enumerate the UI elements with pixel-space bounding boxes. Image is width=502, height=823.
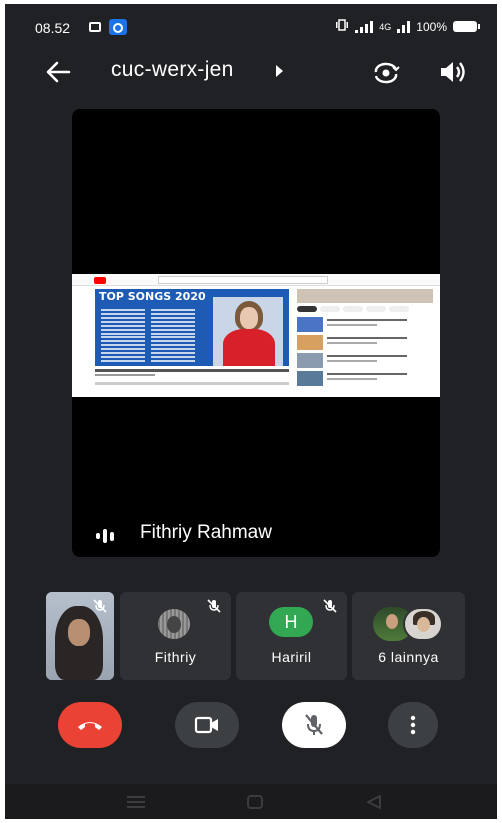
recommendation-item [297, 353, 433, 368]
singer-image [213, 297, 283, 366]
status-time: 08.52 [35, 20, 71, 36]
recommendation-item [297, 335, 433, 350]
avatar [158, 609, 190, 639]
meeting-header: cuc-werx-jen [5, 52, 497, 92]
cast-icon [89, 22, 101, 32]
video-caption-line [95, 374, 155, 376]
recommendation-item [297, 371, 433, 386]
network-type: 4G [379, 21, 392, 32]
switch-camera-icon[interactable] [371, 58, 401, 86]
shared-screen: TOP SONGS 2020 [72, 274, 440, 397]
participant-tile[interactable]: H Hariril [236, 592, 347, 680]
avatar-group [373, 607, 443, 641]
signal-icon [355, 20, 374, 33]
track-list [101, 309, 201, 363]
youtube-header [72, 274, 440, 286]
mic-off-icon [206, 598, 222, 614]
mic-off-icon [92, 598, 108, 614]
vibrate-icon [335, 19, 349, 34]
more-participants-tile[interactable]: 6 lainnya [352, 592, 465, 680]
filter-chips [297, 306, 409, 312]
speaker-icon[interactable] [437, 58, 467, 86]
camera-icon [194, 716, 218, 734]
talking-indicator-icon [96, 529, 120, 543]
video-thumbnail: TOP SONGS 2020 [95, 289, 289, 366]
mic-toggle-button[interactable] [282, 702, 346, 748]
more-participants-label: 6 lainnya [378, 649, 439, 665]
more-vert-icon [410, 715, 416, 735]
participant-name: Hariril [271, 649, 312, 665]
system-nav-bar [5, 784, 497, 819]
video-title-overlay: TOP SONGS 2020 [99, 290, 206, 303]
participant-name: Fithriy [154, 649, 197, 665]
recommendation-item [297, 317, 433, 332]
more-options-button[interactable] [388, 702, 438, 748]
side-banner [297, 289, 433, 303]
recent-apps-icon[interactable] [127, 796, 145, 808]
video-caption [95, 369, 289, 372]
camera-toggle-button[interactable] [175, 702, 239, 748]
chevron-right-icon[interactable] [276, 65, 283, 77]
recommendations [297, 289, 433, 394]
nav-back-icon[interactable] [366, 794, 382, 810]
status-bar: 08.52 4G 100% [5, 4, 497, 52]
presenter-name: Fithriy Rahmaw [140, 522, 272, 543]
participant-tile[interactable]: Fithriy [120, 592, 231, 680]
phone-screen: 08.52 4G 100% cuc-werx-jen TOP SONGS 202… [5, 4, 497, 819]
signal-icon-2 [397, 20, 411, 33]
self-view-tile[interactable] [46, 592, 114, 680]
mic-off-icon [305, 714, 323, 735]
mic-off-icon [322, 598, 338, 614]
end-call-button[interactable] [58, 702, 122, 748]
youtube-search-bar [158, 276, 328, 284]
video-meta [95, 382, 289, 385]
end-call-icon [78, 722, 102, 730]
meeting-code[interactable]: cuc-werx-jen [111, 58, 234, 82]
back-arrow-icon[interactable] [43, 58, 73, 86]
home-icon[interactable] [247, 795, 263, 809]
battery-percent: 100% [416, 19, 447, 34]
presenter-tile[interactable]: TOP SONGS 2020 Fithriy Rahmaw [72, 109, 440, 557]
status-right: 4G 100% [335, 19, 480, 34]
youtube-logo-icon [94, 277, 106, 284]
app-notification-icon [109, 19, 127, 35]
avatar: H [269, 607, 313, 637]
battery-icon [453, 21, 480, 32]
